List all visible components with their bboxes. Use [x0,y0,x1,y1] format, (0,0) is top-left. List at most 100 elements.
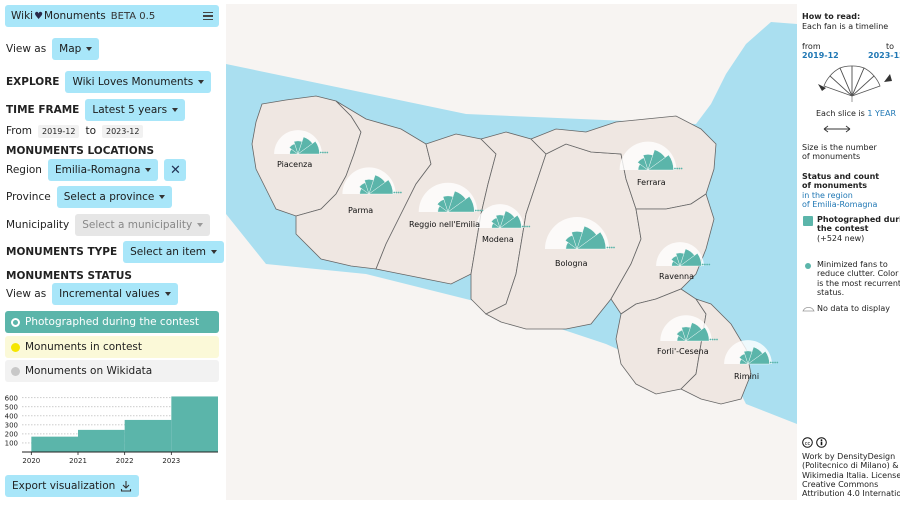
histogram-bar [171,396,218,452]
slice-text-prefix: Each slice is [816,109,865,118]
minimized-dot [399,191,402,194]
minimized-2: reduce clutter. Color [817,269,899,278]
minimized-dot [608,246,611,249]
brand-version: BETA 0.5 [110,10,156,22]
status-title-row: MONUMENTS STATUS [6,269,132,283]
histogram-bar [124,419,172,452]
view-as-label: View as [6,43,47,55]
clear-region-close-icon[interactable]: ✕ [164,159,187,181]
status-title-2: of monuments [802,181,868,190]
minimized-dot [772,361,774,364]
province-dropdown[interactable]: Select a province [56,186,173,208]
timeline-histogram: 100200300400500600 2020 2021 2022 2023 [5,394,218,465]
status-view-as-row: View as Incremental values [6,283,178,305]
x-tick-label: 2020 [22,457,40,465]
minimized-4: status. [817,288,845,297]
status-option-label: Monuments on Wikidata [25,365,153,377]
region-row: Region Emilia-Romagna ✕ [6,159,187,181]
label-bologna: Bologna [555,259,588,268]
minimized-dot [680,167,683,170]
date-range-row: From 2019-12 to 2023-12 [6,124,149,138]
region-value: Emilia-Romagna [54,164,141,176]
to-label: to [85,125,96,137]
status-option-wikidata[interactable]: Monuments on Wikidata [5,360,219,382]
credits-2: (Politecnico di Milano) & [802,461,899,470]
y-tick-label: 400 [5,412,18,420]
status-option-photographed[interactable]: Photographed during the contest [5,311,219,333]
histogram-bar [78,429,125,452]
minimized-dot [479,209,482,212]
chevron-down-icon [197,223,204,227]
download-icon [121,481,132,492]
size-arrow-icon [823,125,851,133]
brand-bar[interactable]: Wiki ♥ Monuments BETA 0.5 [5,5,219,27]
radio-icon [11,317,20,327]
municipality-dropdown[interactable]: Select a municipality [75,214,211,236]
view-as-dropdown[interactable]: Map [52,38,100,60]
time-frame-dropdown[interactable]: Latest 5 years [85,99,186,121]
slice-text-value: 1 YEAR [867,109,896,118]
chevron-down-icon [198,80,205,84]
radio-icon [11,342,20,352]
minimized-dot [521,225,524,228]
locations-label: MONUMENTS LOCATIONS [6,145,155,157]
fan-legend-diagram [818,65,892,102]
y-tick-label: 500 [5,403,18,411]
minimized-dot-icon [805,263,811,269]
minimized-dot [776,361,779,364]
region-text-2: of Emilia-Romagna [802,200,878,209]
status-option-label: Photographed during the contest [25,316,199,328]
minimized-dot [397,191,400,194]
region-dropdown[interactable]: Emilia-Romagna [47,159,159,181]
minimized-dot [676,167,679,170]
no-data-text: No data to display [817,304,890,313]
explore-value: Wiki Loves Monuments [72,76,194,88]
y-tick-label: 100 [5,439,18,447]
minimized-dot [674,167,676,170]
map-area[interactable]: Piacenza Parma Reggio nell'Emilia Modena… [226,4,797,500]
radio-icon [11,366,20,376]
status-label: MONUMENTS STATUS [6,270,132,282]
type-label: MONUMENTS TYPE [6,246,118,258]
explore-dropdown[interactable]: Wiki Loves Monuments [65,71,212,93]
type-row: MONUMENTS TYPE Select an item [6,241,225,263]
hamburger-menu-icon[interactable] [203,12,213,20]
brand-name-right: Monuments [44,10,106,22]
explore-row: EXPLORE Wiki Loves Monuments [6,71,212,93]
from-date-input[interactable]: 2019-12 [38,124,80,138]
svg-text:cc: cc [805,441,811,447]
label-rimini: Rimini [734,372,759,381]
minimized-dot [704,263,706,266]
status-view-as-dropdown[interactable]: Incremental values [52,283,178,305]
export-visualization-button[interactable]: Export visualization [5,475,140,497]
y-tick-label: 600 [5,394,18,402]
minimized-dot [711,338,714,341]
label-reggio: Reggio nell'Emilia [409,220,480,229]
chevron-down-icon [159,195,166,199]
chevron-down-icon [211,250,218,254]
status-view-as-label: View as [6,288,47,300]
how-to-read-title: How to read: [802,12,861,21]
municipality-row: Municipality Select a municipality [6,214,211,236]
label-ravenna: Ravenna [659,272,694,281]
chevron-down-icon [172,108,179,112]
minimized-dot [713,338,716,341]
size-text-2: of monuments [802,152,861,161]
minimized-dot [477,209,479,212]
status-option-in-contest[interactable]: Monuments in contest [5,336,219,358]
type-dropdown[interactable]: Select an item [123,241,225,263]
photographed-swatch-icon [803,216,813,226]
minimized-dot [701,263,704,266]
municipality-label: Municipality [6,219,70,231]
to-date-input[interactable]: 2023-12 [102,124,144,138]
municipality-value: Select a municipality [82,219,193,231]
minimized-dot [395,191,398,194]
minimized-dot [524,225,526,228]
region-map[interactable]: Piacenza Parma Reggio nell'Emilia Modena… [226,4,797,500]
locations-title-row: MONUMENTS LOCATIONS [6,145,154,157]
brand-name-left: Wiki [11,10,34,22]
label-forli-cesena: Forli'-Cesena [657,347,709,356]
label-modena: Modena [482,235,514,244]
minimized-dot [678,167,681,170]
export-label: Export visualization [12,480,116,492]
